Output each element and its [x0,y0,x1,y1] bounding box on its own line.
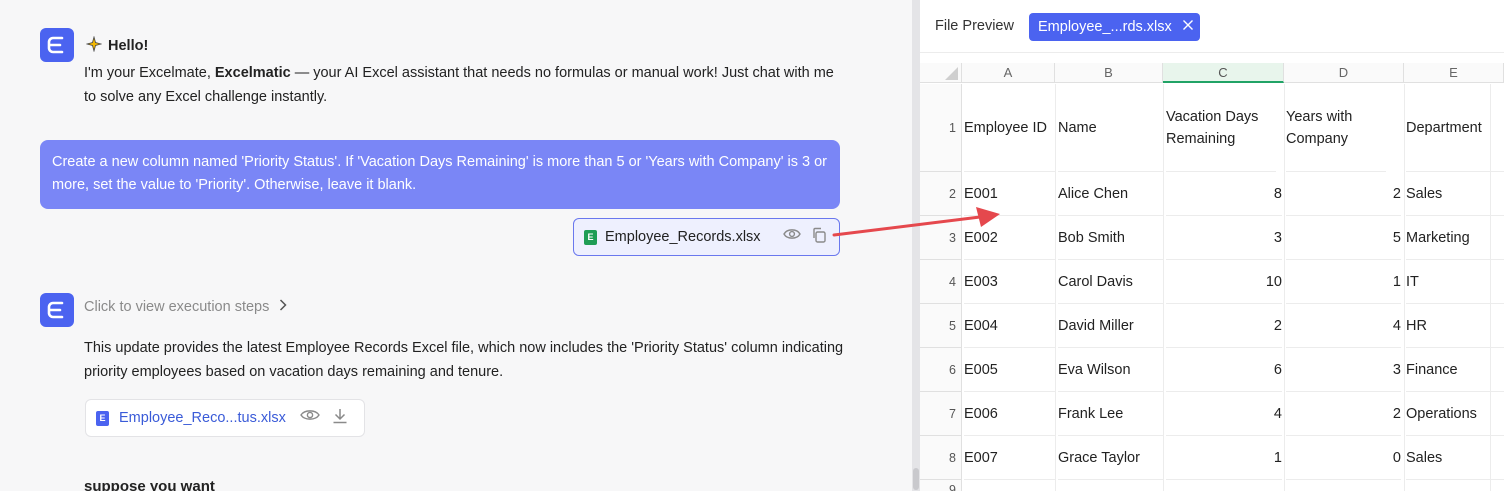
cell-name[interactable]: Eva Wilson [1058,348,1163,392]
column-header-c[interactable]: C [1163,63,1284,83]
select-all-corner[interactable] [920,63,962,83]
cell-years[interactable]: 4 [1286,304,1401,348]
execution-steps-label: Click to view execution steps [84,299,270,315]
column-header-b[interactable]: B [1055,63,1163,83]
gridline [1284,84,1285,491]
annotation-arrow [832,207,1000,237]
cell-name[interactable]: Frank Lee [1058,392,1163,436]
attached-file-name: Employee_Records.xlsx [605,229,761,245]
cell-department[interactable]: Finance [1406,348,1504,392]
cell-department[interactable]: Sales [1406,436,1504,480]
file-preview-label: File Preview [935,18,1014,34]
cell-years[interactable]: 1 [1286,260,1401,304]
cell-department[interactable]: IT [1406,260,1504,304]
row-number[interactable]: 8 [920,436,962,480]
download-icon[interactable] [332,408,348,428]
preview-header: File Preview Employee_...rds.xlsx [920,0,1504,53]
cell-years[interactable]: 2 [1286,392,1401,436]
chevron-right-icon [279,299,287,315]
cell-name[interactable]: Grace Taylor [1058,436,1163,480]
cell-vacation-days[interactable]: 8 [1166,172,1282,216]
assistant-reply: This update provides the latest Employee… [84,340,844,380]
column-header-d[interactable]: D [1284,63,1404,83]
result-file-card[interactable]: E Employee_Reco...tus.xlsx [85,399,365,437]
panel-divider[interactable] [912,0,920,491]
attached-file-chip[interactable]: E Employee_Records.xlsx [573,218,840,256]
row-number[interactable]: 9 [920,480,962,491]
next-message-heading: suppose you want [84,478,215,491]
cell-department[interactable]: Operations [1406,392,1504,436]
greeting-title-text: Hello! [108,38,149,54]
greeting-intro-prefix: I'm your Excelmate, [84,65,215,81]
chat-panel: Hello! I'm your Excelmate, Excelmatic — … [0,0,912,491]
cell-years[interactable]: 5 [1286,216,1401,260]
copy-icon[interactable] [811,227,827,247]
excelmatic-logo-icon [40,293,74,327]
header-cell-employee-id[interactable]: Employee ID [964,84,1055,172]
excel-file-icon: E [584,229,597,245]
scrollbar-thumb[interactable] [913,468,919,490]
row-number[interactable]: 1 [920,84,962,172]
eye-icon[interactable] [782,227,801,247]
column-header-e[interactable]: E [1404,63,1504,83]
greeting-message: I'm your Excelmate, Excelmatic — your AI… [84,61,844,109]
row-number[interactable]: 7 [920,392,962,436]
cell-years[interactable]: 0 [1286,436,1401,480]
sparkle-icon [85,35,103,56]
row-number[interactable]: 6 [920,348,962,392]
cell-name[interactable]: Bob Smith [1058,216,1163,260]
header-cell-name[interactable]: Name [1058,84,1163,172]
cell-name[interactable]: Carol Davis [1058,260,1163,304]
cell-employee-id[interactable]: E003 [964,260,1055,304]
cell-employee-id[interactable]: E007 [964,436,1055,480]
preview-file-tab[interactable]: Employee_...rds.xlsx [1029,13,1200,41]
column-header-a[interactable]: A [962,63,1055,83]
close-icon[interactable] [1182,19,1194,35]
header-cell-vacation-days[interactable]: Vacation Days Remaining [1166,84,1276,172]
cell-employee-id[interactable]: E005 [964,348,1055,392]
cell-years[interactable]: 2 [1286,172,1401,216]
greeting-title: Hello! [85,35,149,56]
brand-name: Excelmatic [214,65,291,81]
header-cell-years-with-company[interactable]: Years with Company [1286,84,1386,172]
gridline [1055,84,1056,491]
gridline [1163,84,1164,491]
cell-name[interactable]: David Miller [1058,304,1163,348]
cell-vacation-days[interactable]: 10 [1166,260,1282,304]
row-number[interactable]: 5 [920,304,962,348]
cell-employee-id[interactable]: E006 [964,392,1055,436]
spreadsheet-grid[interactable]: A B C D E 1 Employee ID Name Vacation Da… [920,53,1504,491]
excel-file-icon: E [96,410,109,426]
cell-department[interactable]: Sales [1406,172,1504,216]
excelmatic-logo-icon [40,28,74,62]
result-file-name: Employee_Reco...tus.xlsx [119,410,286,426]
row-number[interactable]: 4 [920,260,962,304]
file-preview-panel: File Preview Employee_...rds.xlsx A B C … [920,0,1504,491]
user-message-bubble: Create a new column named 'Priority Stat… [40,140,840,209]
header-cell-department[interactable]: Department [1406,84,1504,172]
cell-department[interactable]: Marketing [1406,216,1504,260]
eye-icon[interactable] [299,408,320,428]
cell-employee-id[interactable]: E004 [964,304,1055,348]
cell-vacation-days[interactable]: 2 [1166,304,1282,348]
cell-vacation-days[interactable]: 4 [1166,392,1282,436]
cell-department[interactable]: HR [1406,304,1504,348]
cell-years[interactable]: 3 [1286,348,1401,392]
cell-name[interactable]: Alice Chen [1058,172,1163,216]
execution-steps-link[interactable]: Click to view execution steps [84,299,287,315]
cell-vacation-days[interactable]: 1 [1166,436,1282,480]
gridline [1404,84,1405,491]
cell-vacation-days[interactable]: 3 [1166,216,1282,260]
preview-file-tab-name: Employee_...rds.xlsx [1038,19,1172,35]
cell-vacation-days[interactable]: 6 [1166,348,1282,392]
